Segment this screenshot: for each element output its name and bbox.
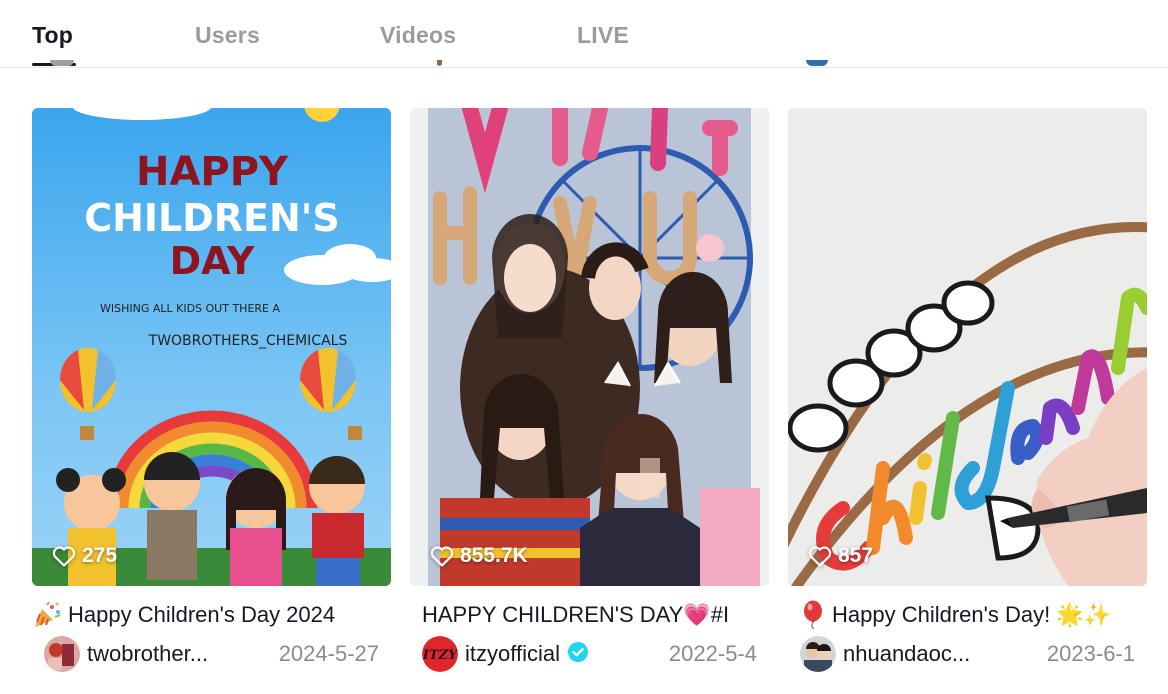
like-count-value: 857	[838, 544, 874, 567]
scrolled-content-edge	[806, 60, 828, 66]
video-card[interactable]: 855.7K HAPPY CHILDREN'S DAY💗#I ITZY itzy…	[410, 108, 769, 688]
verified-badge-icon	[567, 641, 589, 668]
video-thumbnail[interactable]: HAPPY CHILDREN'S DAY WISHING ALL KIDS OU…	[32, 108, 391, 586]
video-author-row: ITZY itzyofficial 2022-5-4	[410, 635, 769, 673]
tab-live[interactable]: LIVE	[577, 22, 629, 49]
poster-title-line1: HAPPY	[136, 149, 289, 195]
avatar[interactable]	[800, 636, 836, 672]
post-date: 2022-5-4	[668, 641, 757, 666]
poster-brand-text: TWOBROTHERS_CHEMICALS	[148, 333, 348, 349]
scrolled-content-edge	[437, 60, 442, 66]
post-date: 2024-5-27	[278, 641, 379, 666]
balloon-icon	[800, 600, 826, 630]
heart-icon	[52, 546, 76, 567]
caption-text: HAPPY CHILDREN'S DAY💗#I	[422, 602, 730, 627]
poster-title-line3: DAY	[170, 239, 255, 283]
hand-lettering-image	[788, 108, 1147, 586]
author-username[interactable]: twobrother...	[87, 641, 208, 667]
poster-wishing-text: WISHING ALL KIDS OUT THERE A	[100, 302, 281, 315]
video-author-row: twobrother... 2024-5-27	[32, 635, 391, 673]
video-author-row: nhuandaoc... 2023-6-1	[788, 635, 1147, 673]
party-popper-icon	[32, 601, 62, 629]
avatar[interactable]: ITZY	[422, 636, 458, 672]
search-tabs: Top Users Videos LIVE	[0, 0, 1168, 68]
heart-icon	[808, 546, 832, 567]
video-caption[interactable]: Happy Children's Day 2024	[32, 598, 391, 632]
tab-users[interactable]: Users	[195, 22, 260, 49]
like-count: 275	[52, 544, 117, 568]
author-username[interactable]: itzyofficial	[465, 641, 560, 667]
like-count: 857	[808, 544, 873, 568]
svg-text:ITZY: ITZY	[422, 648, 458, 663]
like-count-value: 275	[82, 544, 118, 567]
poster-title-line2: CHILDREN'S	[84, 196, 340, 240]
video-card[interactable]: 857 Happy Children's Day! 🌟✨ nhuandaoc..…	[788, 108, 1147, 688]
video-thumbnail[interactable]: 855.7K	[410, 108, 769, 586]
tab-top[interactable]: Top	[32, 22, 73, 49]
group-photo-image	[410, 108, 769, 586]
tab-videos[interactable]: Videos	[380, 22, 456, 49]
caption-text: Happy Children's Day 2024	[68, 602, 336, 627]
caption-text: Happy Children's Day! 🌟✨	[832, 602, 1112, 627]
heart-icon	[430, 546, 454, 567]
video-card[interactable]: HAPPY CHILDREN'S DAY WISHING ALL KIDS OU…	[32, 108, 391, 688]
childrens-day-poster-image: HAPPY CHILDREN'S DAY WISHING ALL KIDS OU…	[32, 108, 391, 586]
scrolled-content-edge	[50, 60, 74, 66]
video-caption[interactable]: HAPPY CHILDREN'S DAY💗#I	[422, 598, 781, 632]
post-date: 2023-6-1	[1046, 641, 1135, 666]
video-thumbnail[interactable]: 857	[788, 108, 1147, 586]
author-username[interactable]: nhuandaoc...	[843, 641, 970, 667]
video-caption[interactable]: Happy Children's Day! 🌟✨	[800, 598, 1159, 632]
like-count: 855.7K	[430, 544, 528, 568]
like-count-value: 855.7K	[460, 544, 528, 567]
avatar[interactable]	[44, 636, 80, 672]
